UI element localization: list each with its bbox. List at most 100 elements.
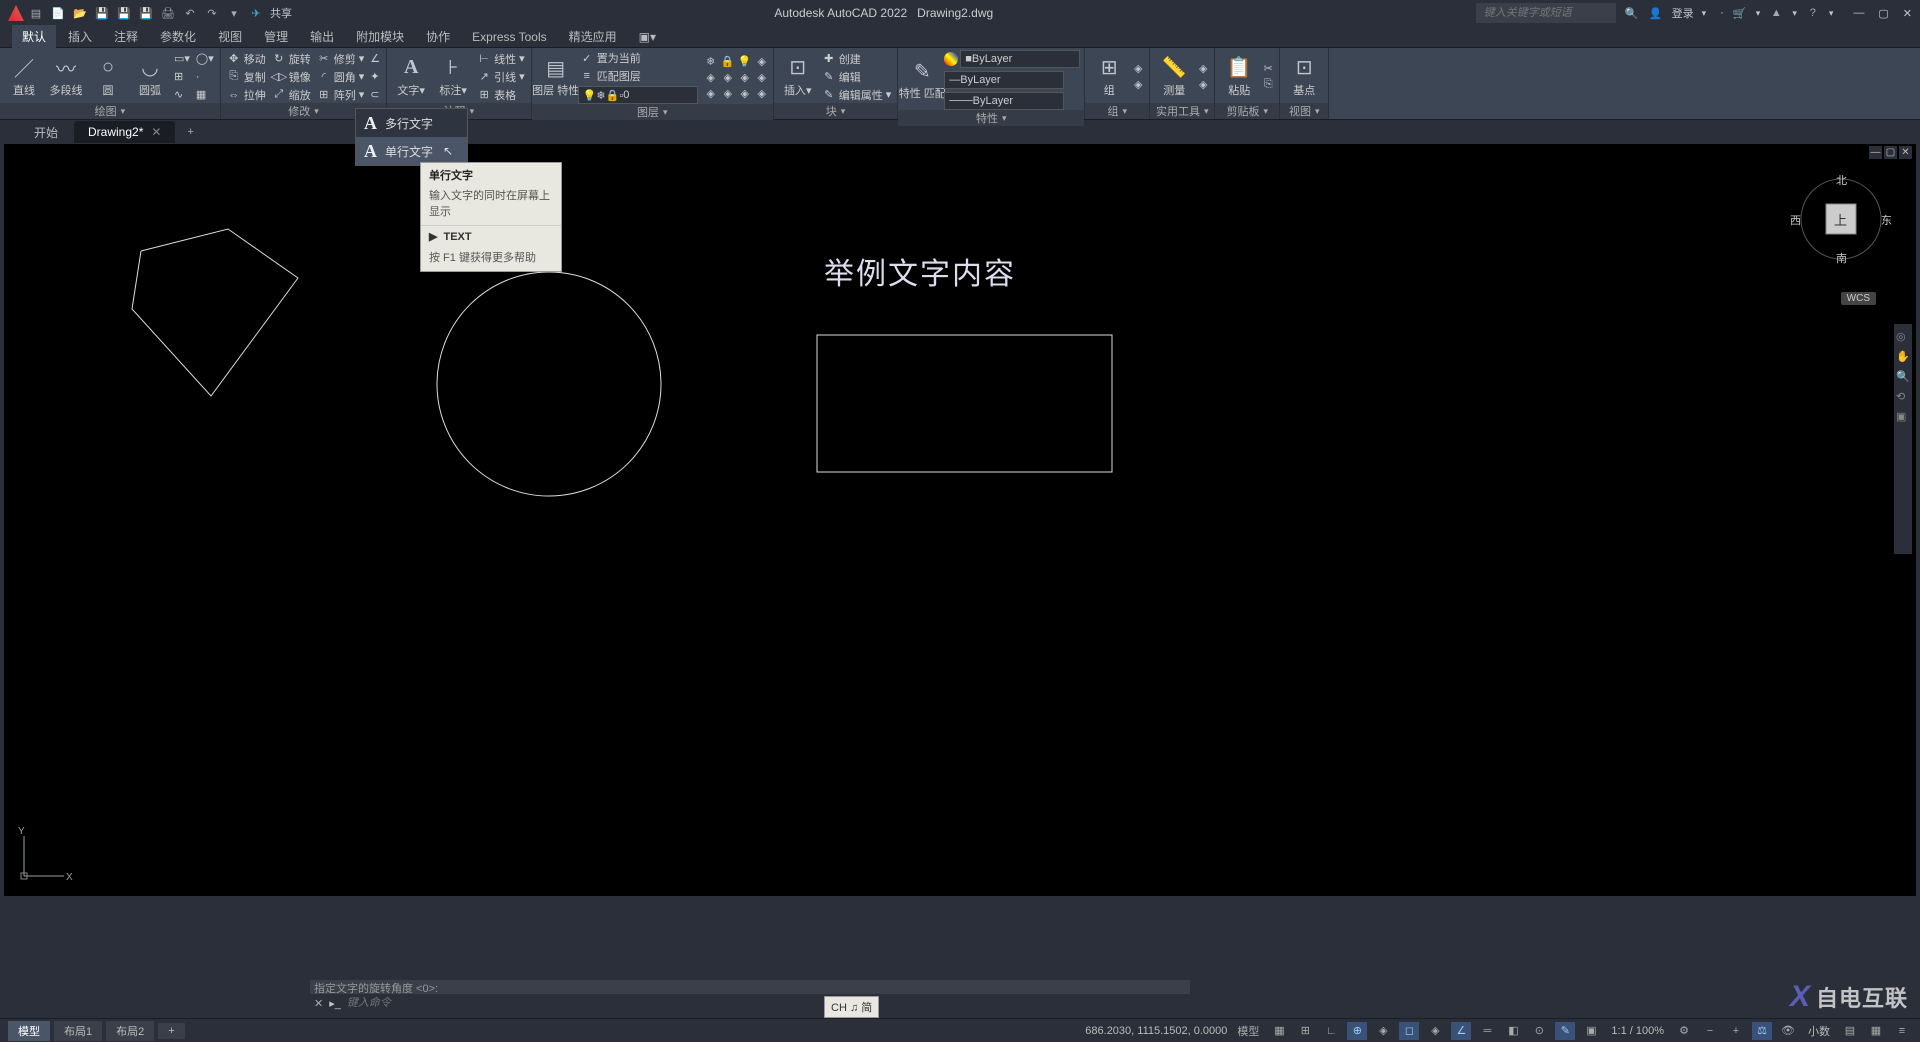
minimize-button[interactable]: — [1853,7,1864,20]
zoom-out-icon[interactable]: − [1700,1022,1720,1040]
canvas-close-icon[interactable]: ✕ [1899,146,1912,159]
table-button[interactable]: ⊞表格 [475,87,527,103]
polar-icon[interactable]: ⊕ [1347,1022,1367,1040]
qat-menu-icon[interactable]: ▤ [28,5,44,21]
tab-collab[interactable]: 协作 [416,25,460,48]
qat-undo-icon[interactable]: ↶ [182,5,198,21]
layout2-tab[interactable]: 布局2 [106,1021,154,1041]
3dosnap-icon[interactable]: ◈ [1425,1022,1445,1040]
base-button[interactable]: ⊡基点 [1284,52,1324,102]
tab-express[interactable]: Express Tools [462,27,556,47]
text-button[interactable]: A文字▾ [391,52,431,102]
edit-attr-button[interactable]: ✎编辑属性▾ [820,87,894,103]
qat-save-icon[interactable]: 💾 [94,5,110,21]
zoom-in-icon[interactable]: + [1726,1022,1746,1040]
share-icon[interactable]: ✈ [248,5,264,21]
workspace-icon[interactable]: ▤ [1840,1022,1860,1040]
nav-pan-icon[interactable]: ✋ [1896,350,1910,364]
paste-button[interactable]: 📋粘贴 [1219,52,1259,102]
linear-button[interactable]: ⊢线性▾ [475,51,527,67]
group-button[interactable]: ⊞组 [1089,52,1129,102]
circle-button[interactable]: ○圆 [88,52,128,102]
spline-icon[interactable]: ∿ [172,87,192,103]
point-icon[interactable]: · [194,69,216,85]
trans-icon[interactable]: ◧ [1503,1022,1523,1040]
clean-icon[interactable]: ▦ [1866,1022,1886,1040]
ortho-icon[interactable]: ∟ [1321,1022,1341,1040]
trim-button[interactable]: ✂修剪▾ [315,51,367,67]
cart-icon[interactable]: 🛒 [1732,5,1748,21]
wcs-badge[interactable]: WCS [1841,292,1876,305]
match-props-button[interactable]: ✎特性 匹配 [902,55,942,105]
osnap-icon[interactable]: ◻ [1399,1022,1419,1040]
scale-display[interactable]: 1:1 / 100% [1607,1025,1668,1037]
line-button[interactable]: ／直线 [4,52,44,102]
offset-icon[interactable]: ⊂ [368,87,382,103]
tab-manage[interactable]: 管理 [254,25,298,48]
qat-redo-icon[interactable]: ↷ [204,5,220,21]
close-tab-icon[interactable]: ✕ [151,125,161,139]
search-icon[interactable]: 🔍 [1624,5,1640,21]
model-toggle[interactable]: 模型 [1233,1022,1263,1040]
autodesk-icon[interactable]: ▲ [1768,5,1784,21]
linetype-select[interactable]: ─── ByLayer [944,92,1064,110]
nav-zoom-icon[interactable]: 🔍 [1896,370,1910,384]
rotate-button[interactable]: ↻旋转 [270,51,313,67]
qat-plot-icon[interactable]: 🖨 [160,5,176,21]
mirror-button[interactable]: ◁▷镜像 [270,69,313,85]
canvas-minimize-icon[interactable]: — [1869,146,1882,159]
units-display[interactable]: 小数 [1804,1023,1834,1039]
annomon-icon[interactable]: ✎ [1555,1022,1575,1040]
gear-icon[interactable]: ⚙ [1674,1022,1694,1040]
hatch-icon[interactable]: ⊞ [172,69,192,85]
create-block-button[interactable]: ✚创建 [820,51,894,67]
qat-new-icon[interactable]: 📄 [50,5,66,21]
color-select[interactable]: ■ ByLayer [960,50,1080,68]
qat-saveall-icon[interactable]: 💾 [138,5,154,21]
tab-addins[interactable]: 附加模块 [346,25,414,48]
canvas-maximize-icon[interactable]: ▢ [1884,146,1897,159]
user-icon[interactable]: 👤 [1648,5,1664,21]
tab-insert[interactable]: 插入 [58,25,102,48]
move-button[interactable]: ✥移动 [225,51,268,67]
snap-icon[interactable]: ⊞ [1295,1022,1315,1040]
nav-wheel-icon[interactable]: ◎ [1896,330,1910,344]
layer-lock-icon[interactable]: 🔒 [721,54,735,68]
tab-start[interactable]: 开始 [20,120,72,145]
new-tab-button[interactable]: + [177,122,203,142]
leader-button[interactable]: ↗引线▾ [475,69,527,85]
tab-annotate[interactable]: 注释 [104,25,148,48]
maximize-button[interactable]: ▢ [1878,7,1888,20]
fillet-button[interactable]: ◜圆角▾ [315,69,367,85]
model-tab[interactable]: 模型 [8,1021,50,1041]
command-line[interactable]: ✕ ▸_ [310,994,1190,1012]
cmdline-close-icon[interactable]: ✕ [314,997,323,1010]
array-button[interactable]: ⊞阵列▾ [315,87,367,103]
mtext-item[interactable]: A 多行文字 [356,109,467,137]
iso-icon[interactable]: ◈ [1373,1022,1393,1040]
panel-util-label[interactable]: 实用工具 [1150,103,1214,119]
scale-button[interactable]: ⤢缩放 [270,87,313,103]
rect-icon[interactable]: ▭▾ [172,51,192,67]
layer-iso-icon[interactable]: ◈ [755,54,769,68]
tab-featured[interactable]: 精选应用 [559,25,627,48]
viewcube[interactable]: 北 南 东 西 上 [1796,174,1886,264]
command-input[interactable] [347,997,1186,1009]
layer-select[interactable]: 💡❄🔒▫ 0 [578,86,698,104]
panel-block-label[interactable]: 块 [774,103,898,119]
panel-view-label[interactable]: 视图 [1280,103,1328,119]
panel-layer-label[interactable]: 图层 [532,104,773,120]
region-icon[interactable]: ▦ [194,87,216,103]
otrack-icon[interactable]: ∠ [1451,1022,1471,1040]
qprops-icon[interactable]: ▣ [1581,1022,1601,1040]
panel-props-label[interactable]: 特性 [898,110,1084,126]
qat-saveas-icon[interactable]: 💾 [116,5,132,21]
arc-button[interactable]: ◡圆弧 [130,52,170,102]
layout1-tab[interactable]: 布局1 [54,1021,102,1041]
visibility-icon[interactable]: 👁 [1778,1022,1798,1040]
nav-showmotion-icon[interactable]: ▣ [1896,410,1910,424]
lwdisp-icon[interactable]: ═ [1477,1022,1497,1040]
tab-collapse[interactable]: ▣▾ [629,27,666,47]
polyline-button[interactable]: 〰多段线 [46,52,86,102]
layer-props-button[interactable]: ▤图层 特性 [536,52,576,102]
